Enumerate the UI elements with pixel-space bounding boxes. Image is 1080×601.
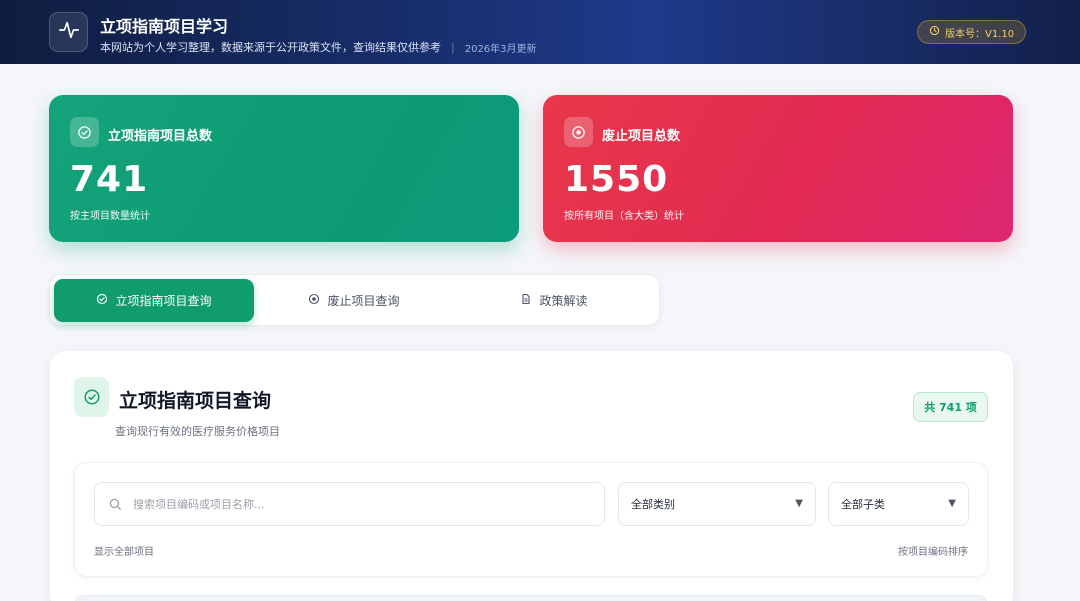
category-select[interactable]: 全部类别 ▼ <box>618 482 816 526</box>
abolished-stat-value: 1550 <box>564 159 669 200</box>
pulse-icon <box>58 19 80 45</box>
logo[interactable] <box>49 12 88 52</box>
check-circle-icon <box>74 377 109 417</box>
subcategory-select[interactable]: 全部子类 ▼ <box>828 482 969 526</box>
dropdown-arrow-icon: ▼ <box>948 498 956 509</box>
tab-label: 政策解读 <box>539 294 588 308</box>
search-box[interactable] <box>94 482 605 526</box>
abolished-stat-caption: 按所有项目（含大类）统计 <box>564 211 684 222</box>
approved-stat-label: 立项指南项目总数 <box>108 129 213 144</box>
app-header: 立项指南项目学习 本网站为个人学习整理，数据来源于公开政策文件，查询结果仅供参考… <box>0 0 1080 64</box>
panel-subtitle: 查询现行有效的医疗服务价格项目 <box>115 425 280 438</box>
version-badge: 版本号：V1.10 <box>917 20 1027 44</box>
panel-title: 立项指南项目查询 <box>119 390 272 412</box>
disclaimer-text: 本网站为个人学习整理，数据来源于公开政策文件，查询结果仅供参考 <box>100 41 441 54</box>
update-date: 2026年3月更新 <box>464 43 537 55</box>
tab-label: 废止项目查询 <box>327 294 400 308</box>
approved-stat-card: 立项指南项目总数 741 按主项目数量统计 <box>49 95 519 242</box>
version-label: 版本号：V1.10 <box>945 28 1015 40</box>
target-circle-icon <box>308 293 320 308</box>
subcategory-selected: 全部子类 <box>841 498 885 511</box>
check-circle-icon <box>70 117 99 147</box>
search-icon <box>107 496 123 512</box>
clock-icon <box>929 25 940 39</box>
query-panel: 立项指南项目查询 查询现行有效的医疗服务价格项目 共 741 项 全部类别 ▼ … <box>50 351 1013 601</box>
document-icon <box>520 293 532 308</box>
site-subtitle: 本网站为个人学习整理，数据来源于公开政策文件，查询结果仅供参考 | 2026年3… <box>100 39 537 55</box>
filter-status: 显示全部项目 <box>94 547 154 558</box>
filter-box: 全部类别 ▼ 全部子类 ▼ 显示全部项目 按项目编码排序 <box>74 462 988 577</box>
sort-label[interactable]: 按项目编码排序 <box>898 543 968 558</box>
search-input[interactable] <box>133 497 604 511</box>
target-circle-icon <box>564 117 593 147</box>
check-circle-icon <box>96 293 108 308</box>
abolished-stat-card: 废止项目总数 1550 按所有项目（含大类）统计 <box>543 95 1013 242</box>
separator: | <box>451 40 455 54</box>
count-badge: 共 741 项 <box>913 392 988 422</box>
dropdown-arrow-icon: ▼ <box>795 498 803 509</box>
tab-label: 立项指南项目查询 <box>115 294 212 308</box>
site-title: 立项指南项目学习 <box>100 17 229 36</box>
category-selected: 全部类别 <box>631 498 675 511</box>
tab-abolished-query[interactable]: 废止项目查询 <box>254 279 454 322</box>
approved-stat-caption: 按主项目数量统计 <box>70 211 150 222</box>
tab-policy[interactable]: 政策解读 <box>454 279 654 322</box>
tab-approved-query[interactable]: 立项指南项目查询 <box>54 279 254 322</box>
query-tabs: 立项指南项目查询 废止项目查询 政策解读 <box>49 274 660 326</box>
abolished-stat-label: 废止项目总数 <box>602 129 681 144</box>
results-table-top <box>74 595 988 601</box>
approved-stat-value: 741 <box>70 159 149 200</box>
